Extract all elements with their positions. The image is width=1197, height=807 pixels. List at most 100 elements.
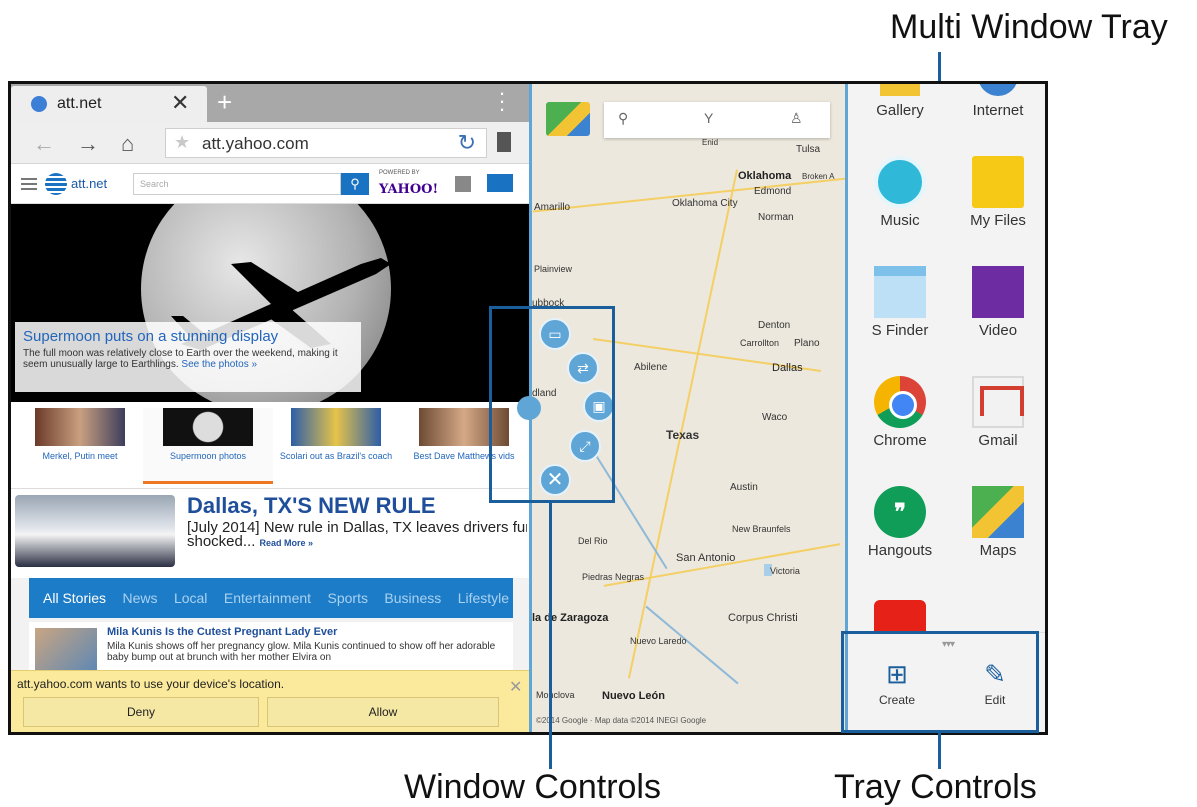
thumbnail-caption: Supermoon photos [169, 451, 247, 461]
s-finder-icon [874, 266, 926, 318]
map-label: Plainview [534, 264, 573, 274]
site-header: att.net Search ⚲ POWERED BY YAHOO! [11, 164, 529, 204]
allow-button[interactable]: Allow [267, 697, 499, 727]
powered-by-label: POWERED BY [379, 170, 420, 176]
map-label: Victoria [770, 566, 800, 576]
see-photos-link[interactable]: See the photos » [181, 359, 257, 370]
maps-search-bar[interactable]: ⚲ Y ♙ [604, 102, 830, 138]
tab-all-stories[interactable]: All Stories [43, 578, 106, 618]
tray-app-gmail[interactable]: Gmail [950, 376, 1045, 449]
site-search-input[interactable]: Search [133, 173, 341, 195]
profile-icon[interactable] [455, 176, 471, 192]
folder-icon [972, 156, 1024, 208]
read-more-link[interactable]: Read More » [260, 538, 314, 548]
url-bar[interactable]: ★ att.yahoo.com ↻ [165, 128, 487, 158]
thumb-scolari[interactable]: Scolari out as Brazil's coach [271, 408, 401, 484]
tab-news[interactable]: News [122, 578, 157, 618]
tab-entertainment[interactable]: Entertainment [224, 578, 311, 618]
tab-strip: att.net ✕ + · · · [11, 84, 529, 122]
map-label: New Braunfels [732, 524, 791, 534]
map-label: Carrollton [740, 338, 780, 348]
close-tab-icon[interactable]: ✕ [171, 90, 189, 116]
app-label: Video [978, 322, 1018, 339]
thumb-merkel[interactable]: Merkel, Putin meet [15, 408, 145, 484]
map-label: Nuevo Laredo [630, 636, 687, 646]
new-tab-button[interactable]: + [217, 87, 232, 118]
news-promo[interactable]: Dallas, TX'S NEW RULE [July 2014] New ru… [11, 488, 529, 580]
bookmark-star-icon[interactable]: ★ [174, 132, 190, 153]
directions-icon[interactable]: Y [704, 110, 713, 126]
search-icon[interactable]: ⚲ [341, 173, 369, 195]
bookmarks-icon[interactable] [497, 132, 511, 152]
map-label: Austin [730, 482, 758, 493]
map-label: San Antonio [676, 552, 736, 564]
video-icon [972, 266, 1024, 318]
gmail-icon [972, 376, 1024, 428]
thumbnail-image [163, 408, 253, 446]
reload-icon[interactable]: ↻ [458, 130, 476, 156]
app-label: Music [880, 212, 920, 229]
app-label: Gallery [876, 102, 924, 119]
hero-caption[interactable]: Supermoon puts on a stunning display The… [15, 322, 361, 392]
tab-business[interactable]: Business [384, 578, 441, 618]
search-icon[interactable]: ⚲ [618, 110, 628, 127]
tab-lifestyle[interactable]: Lifestyle [458, 578, 509, 618]
map-label: Waco [762, 412, 788, 423]
thumbnail-image [291, 408, 381, 446]
tray-app-internet[interactable]: Internet [950, 84, 1045, 119]
story-item[interactable]: Mila Kunis Is the Cutest Pregnant Lady E… [29, 622, 513, 676]
url-text: att.yahoo.com [202, 134, 309, 153]
tray-app-music[interactable]: Music [852, 156, 948, 229]
overflow-menu-icon[interactable]: · · · [497, 84, 507, 120]
app-label: Chrome [873, 432, 927, 449]
tray-app-video[interactable]: Video [950, 266, 1045, 339]
story-category-tabs: All Stories News Local Entertainment Spo… [29, 578, 513, 618]
browser-tab[interactable]: att.net ✕ [11, 86, 207, 122]
deny-button[interactable]: Deny [23, 697, 259, 727]
tab-sports[interactable]: Sports [328, 578, 368, 618]
callout-line-window-controls [549, 503, 552, 769]
hero-image[interactable]: Supermoon puts on a stunning display The… [11, 204, 529, 402]
tray-app-maps[interactable]: Maps [950, 486, 1045, 559]
map-label: Norman [758, 212, 794, 223]
back-icon[interactable]: ← [33, 131, 55, 157]
tray-app-gallery[interactable]: Gallery [852, 84, 948, 119]
app-label: Hangouts [867, 542, 933, 559]
map-label: Tulsa [796, 144, 821, 155]
account-icon[interactable]: ♙ [790, 110, 803, 127]
app-label: My Files [970, 212, 1026, 229]
music-icon [874, 156, 926, 208]
hero-headline[interactable]: Supermoon puts on a stunning display [23, 328, 353, 345]
news-headline[interactable]: Dallas, TX'S NEW RULE [187, 493, 436, 519]
map-label: Abilene [634, 362, 668, 373]
tray-app-s-finder[interactable]: S Finder [852, 266, 948, 339]
dismiss-permission-icon[interactable]: ✕ [509, 677, 522, 697]
window-controls-highlight [489, 306, 615, 503]
tray-app-my-files[interactable]: My Files [950, 156, 1045, 229]
callout-window-controls: Window Controls [404, 768, 661, 806]
tab-local[interactable]: Local [174, 578, 207, 618]
story-image [35, 628, 97, 674]
menu-icon[interactable] [21, 178, 37, 190]
maps-icon [972, 486, 1024, 538]
tray-app-chrome[interactable]: Chrome [852, 376, 948, 449]
location-permission-bar: att.yahoo.com wants to use your device's… [11, 670, 529, 732]
gallery-icon [880, 84, 920, 96]
story-headline[interactable]: Mila Kunis Is the Cutest Pregnant Lady E… [107, 626, 337, 638]
highway [627, 169, 739, 679]
forward-icon[interactable]: → [77, 131, 99, 157]
thumb-supermoon[interactable]: Supermoon photos [143, 408, 273, 484]
mail-icon[interactable] [487, 174, 513, 192]
home-icon[interactable]: ⌂ [121, 131, 134, 157]
hero-body: The full moon was relatively close to Ea… [23, 348, 338, 370]
map-label: Oklahoma [738, 170, 792, 182]
tray-app-hangouts[interactable]: ❞ Hangouts [852, 486, 948, 559]
map-label: Broken A [802, 172, 835, 181]
map-label: Enid [702, 138, 719, 147]
app-label: S Finder [871, 322, 929, 339]
thumbnail-image [35, 408, 125, 446]
map-label: Del Rio [578, 536, 608, 546]
app-label: Gmail [978, 432, 1018, 449]
map-label: la de Zaragoza [532, 612, 609, 624]
maps-menu-icon[interactable] [546, 102, 590, 136]
